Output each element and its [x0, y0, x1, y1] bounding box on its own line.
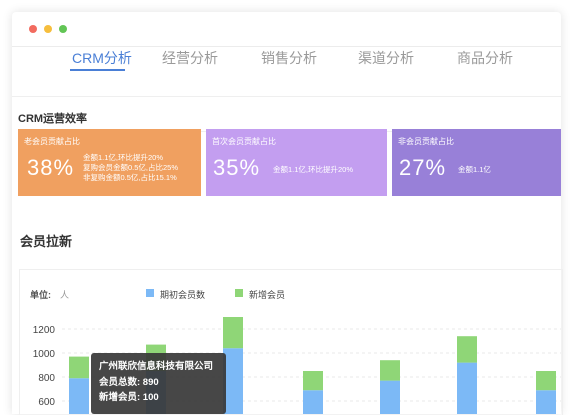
card-title: 老会员贡献占比	[24, 137, 80, 146]
chart-tooltip: 广州联欣信息科技有限公司 会员总数: 890 新增会员: 100	[91, 353, 226, 414]
first-member-card: 首次会员贡献占比 35% 金额1.1亿,环比提升20%	[206, 129, 387, 196]
unit-value: 人	[60, 290, 70, 300]
card-percent: 35%	[213, 155, 261, 180]
close-window-icon[interactable]	[29, 25, 37, 33]
card-detail: 金额1.1亿,环比提升20% 复购会员金额0.5亿,占比25% 非复购金额0.5…	[83, 153, 178, 183]
legend-label-initial[interactable]: 期初会员数	[160, 288, 205, 301]
tab-business[interactable]: 经营分析	[162, 48, 218, 68]
tab-divider	[12, 96, 561, 97]
card-percent: 27%	[399, 155, 447, 180]
tooltip-member-total: 会员总数: 890	[99, 377, 159, 388]
card-detail: 金额1.1亿,环比提升20%	[273, 165, 353, 175]
unit-label: 单位:	[30, 290, 51, 300]
section-title-member-acquisition: 会员拉新	[20, 234, 73, 249]
tooltip-title: 广州联欣信息科技有限公司	[99, 361, 214, 372]
tab-bar: CRM分析 经营分析 销售分析 渠道分析 商品分析	[0, 48, 549, 76]
tab-sales[interactable]: 销售分析	[261, 48, 317, 68]
active-tab-underline	[70, 69, 125, 71]
tab-channel[interactable]: 渠道分析	[358, 48, 414, 68]
title-bar	[12, 12, 561, 47]
legend-label-new[interactable]: 新增会员	[249, 288, 285, 301]
tooltip-new-members: 新增会员: 100	[99, 392, 159, 403]
card-line: 复购会员金额0.5亿,占比25%	[83, 163, 179, 172]
non-member-card: 非会员贡献占比 27% 金额1.1亿	[392, 129, 561, 196]
tab-crm[interactable]: CRM分析	[72, 48, 132, 68]
card-title: 非会员贡献占比	[398, 137, 454, 146]
legend-swatch-new	[235, 289, 243, 297]
card-title: 首次会员贡献占比	[212, 137, 276, 146]
card-line: 金额1.1亿,环比提升20%	[273, 165, 354, 174]
card-detail: 金额1.1亿	[458, 165, 491, 175]
maximize-window-icon[interactable]	[59, 25, 67, 33]
old-member-card: 老会员贡献占比 38% 金额1.1亿,环比提升20% 复购会员金额0.5亿,占比…	[18, 129, 201, 196]
legend-swatch-initial	[146, 289, 154, 297]
card-line: 金额1.1亿,环比提升20%	[83, 153, 164, 162]
card-percent: 38%	[27, 155, 75, 180]
tab-product[interactable]: 商品分析	[457, 48, 513, 68]
card-line: 金额1.1亿	[458, 165, 491, 174]
section-title-crm: CRM运营效率	[18, 113, 88, 125]
card-line: 非复购金额0.5亿,占比15.1%	[83, 173, 177, 182]
minimize-window-icon[interactable]	[44, 25, 52, 33]
